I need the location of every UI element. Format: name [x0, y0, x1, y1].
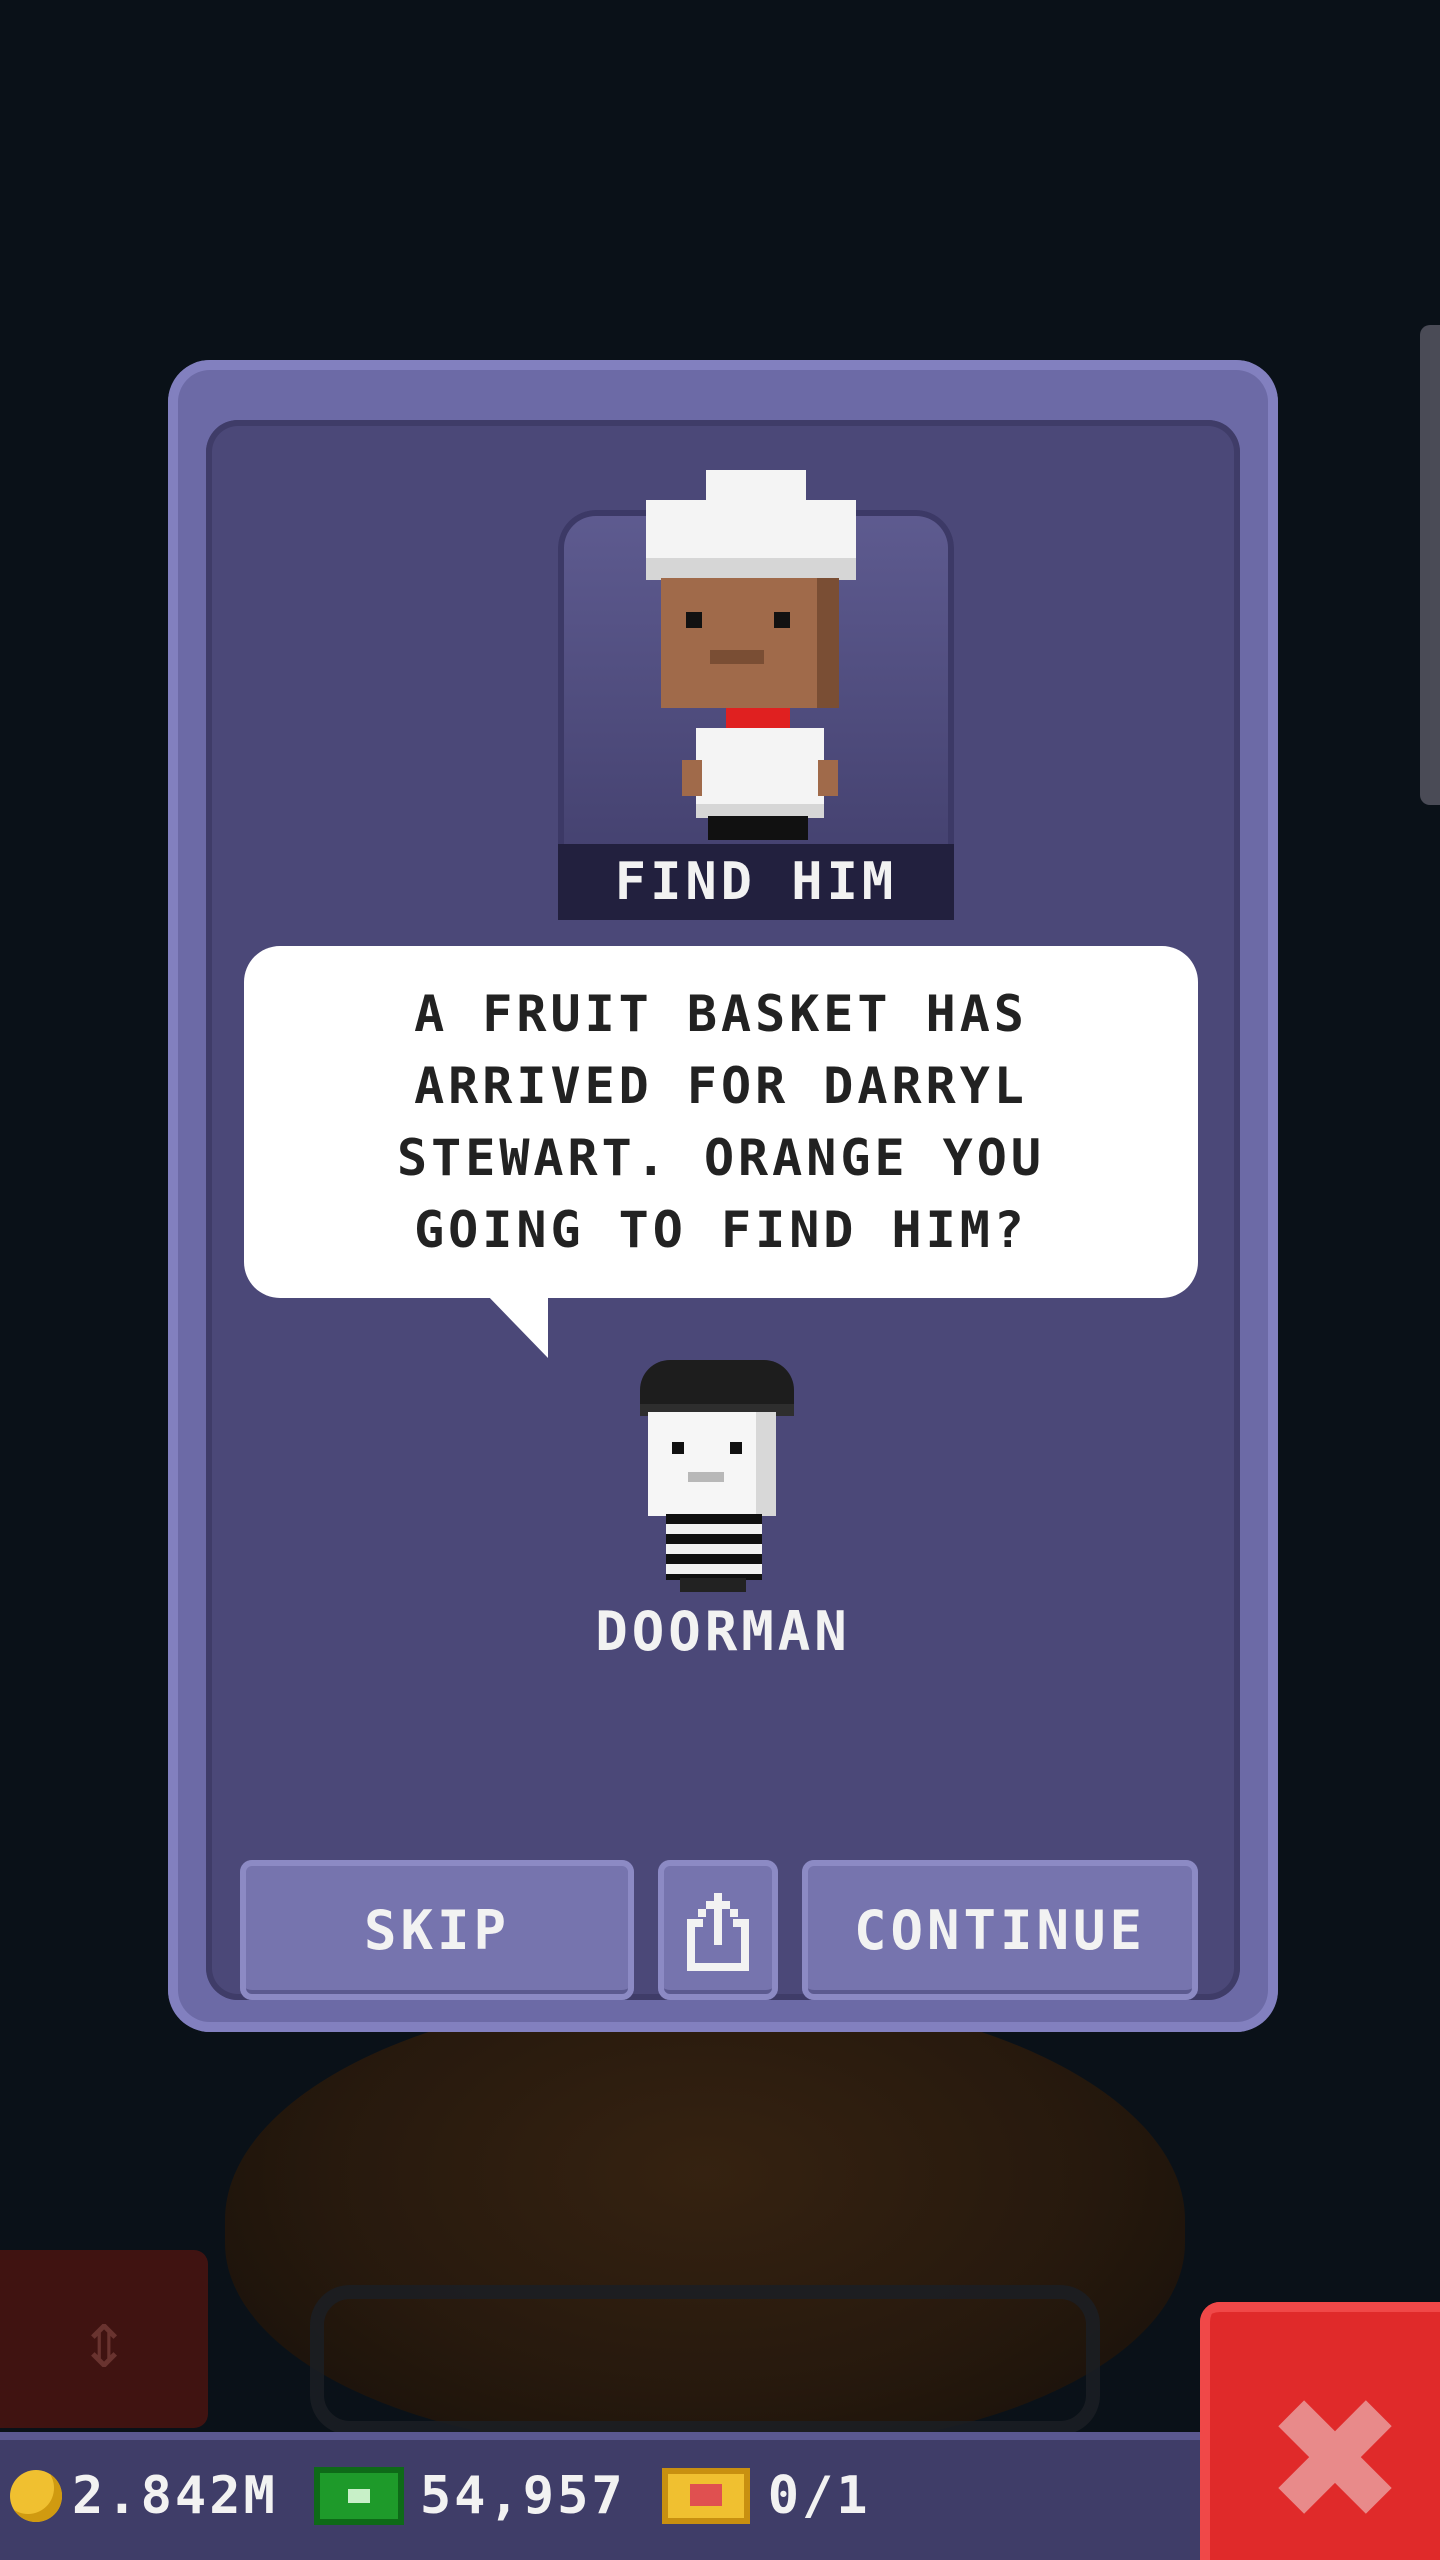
coin-icon: [10, 2470, 62, 2522]
ticket-icon: [661, 2468, 750, 2524]
mission-dialog: FIND HIM A FRUIT BASKET HAS ARRIVED FOR …: [168, 360, 1278, 2032]
continue-button[interactable]: CONTINUE: [802, 1860, 1198, 2000]
close-icon: ✖: [1263, 2362, 1407, 2560]
speaker-name: DOORMAN: [595, 1600, 851, 1663]
coins-counter: 2.842M: [0, 2466, 278, 2526]
doorman-icon: [628, 1360, 798, 1592]
dialog-body: FIND HIM A FRUIT BASKET HAS ARRIVED FOR …: [206, 420, 1240, 2000]
speech-bubble: A FRUIT BASKET HAS ARRIVED FOR DARRYL ST…: [244, 946, 1198, 1298]
share-button[interactable]: [658, 1860, 778, 2000]
cash-icon: [313, 2467, 404, 2525]
chef-icon: [646, 470, 866, 840]
bux-counter[interactable]: 54,957: [313, 2466, 626, 2526]
share-icon: [687, 1893, 749, 1971]
close-button[interactable]: ✖: [1200, 2302, 1440, 2560]
skip-button[interactable]: SKIP: [240, 1860, 634, 2000]
portrait-label: FIND HIM: [558, 844, 954, 920]
elevator-button[interactable]: ⇕: [0, 2250, 208, 2428]
coins-value: 2.842M: [72, 2466, 278, 2526]
background-grate: [310, 2285, 1100, 2435]
speech-bubble-tail: [486, 1294, 548, 1358]
side-scroll-tab[interactable]: [1420, 325, 1440, 805]
tickets-value: 0/1: [767, 2466, 871, 2526]
bux-value: 54,957: [419, 2466, 626, 2526]
tickets-counter[interactable]: 0/1: [661, 2466, 871, 2526]
elevator-icon: ⇕: [79, 2292, 129, 2386]
mission-portrait: FIND HIM: [558, 470, 954, 920]
